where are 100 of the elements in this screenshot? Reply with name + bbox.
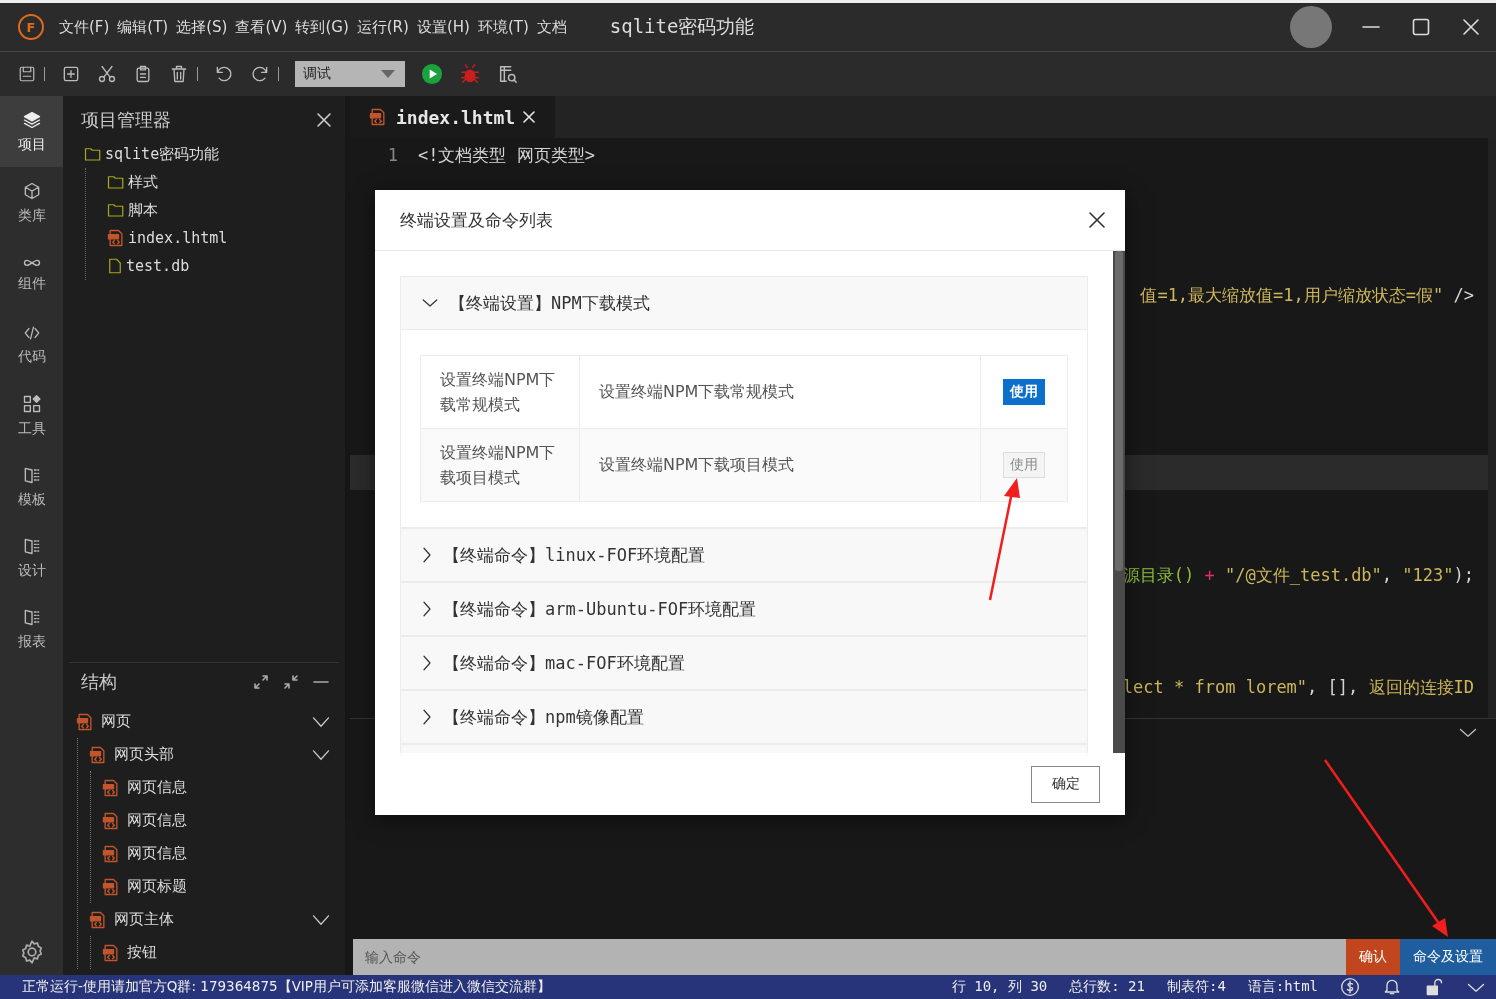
table-cell: 设置终端NPM下载常规模式: [579, 355, 981, 429]
folder-icon: [106, 173, 126, 191]
add-file-icon[interactable]: [61, 64, 81, 84]
sidebar-item[interactable]: 模板: [0, 451, 63, 522]
table-cell: 设置终端NPM下载项目模式: [420, 428, 580, 502]
unlock-icon[interactable]: [1424, 977, 1444, 997]
code-line: 源目录() + "/@文件_test.db", "123");: [1122, 563, 1474, 587]
menu-item[interactable]: 运行(R): [355, 17, 410, 37]
chevron-right-icon: [421, 708, 433, 726]
status-item[interactable]: 总行数: 21: [1069, 978, 1145, 996]
confirm-button[interactable]: 确认: [1346, 939, 1400, 975]
code-file-icon: [101, 777, 121, 798]
menu-item[interactable]: 编辑(T): [116, 17, 170, 37]
line-number: 1: [386, 145, 398, 165]
collapse-icon[interactable]: [283, 674, 299, 690]
structure-item[interactable]: 网页信息: [127, 844, 187, 863]
use-button[interactable]: 使用: [1003, 379, 1045, 405]
sidebar-item[interactable]: 代码: [0, 309, 63, 380]
save-icon[interactable]: [18, 65, 36, 83]
bell-icon[interactable]: [1382, 977, 1402, 997]
delete-icon[interactable]: [169, 64, 189, 84]
menu-item[interactable]: 选择(S): [175, 17, 229, 37]
tree-item[interactable]: test.db: [126, 257, 190, 275]
minimize-icon[interactable]: [313, 680, 329, 684]
cut-icon[interactable]: [97, 64, 117, 84]
app-logo: F: [18, 14, 44, 40]
chevron-down-icon[interactable]: [311, 912, 331, 927]
avatar[interactable]: [1290, 6, 1332, 48]
close-icon: [1463, 19, 1479, 35]
sidebar-item[interactable]: 类库: [0, 167, 63, 238]
chevron-right-icon: [421, 546, 433, 564]
status-item[interactable]: 语言:html: [1247, 978, 1318, 996]
status-item[interactable]: 行 10, 列 30: [951, 978, 1048, 996]
structure-item[interactable]: 网页主体: [114, 910, 174, 929]
sidebar-item[interactable]: 工具: [0, 380, 63, 451]
chevron-down-icon[interactable]: [311, 714, 331, 729]
code-file-icon: [368, 107, 388, 127]
folder-icon: [106, 201, 126, 219]
ok-button[interactable]: 确定: [1031, 765, 1100, 803]
expand-icon[interactable]: [253, 674, 269, 690]
command-input[interactable]: 输入命令: [353, 939, 1346, 975]
structure-item[interactable]: 网页: [101, 712, 131, 731]
menu-item[interactable]: 转到(G): [294, 17, 350, 37]
code-line: <!文档类型 网页类型>: [418, 143, 595, 167]
menu-item[interactable]: 环境(T): [476, 17, 530, 37]
minus-icon: [1362, 25, 1380, 29]
square-icon: [1412, 18, 1430, 36]
close-icon[interactable]: [1089, 212, 1105, 228]
close-icon: [523, 111, 536, 123]
code-file-icon: [101, 843, 121, 864]
folder-icon: [83, 145, 103, 163]
code-file-icon: [101, 876, 121, 897]
code-file-icon: [88, 744, 108, 765]
undo-icon[interactable]: [214, 64, 234, 84]
menu-item[interactable]: 文件(F): [58, 17, 111, 37]
structure-item[interactable]: 网页标题: [127, 877, 187, 896]
widgets-icon: [21, 393, 42, 414]
code-file-icon: [88, 909, 108, 930]
window-title: sqlite密码功能: [609, 14, 755, 39]
code-line: 值=1,最大缩放值=1,用户缩放状态=假" />: [1140, 283, 1474, 307]
menu-item[interactable]: 文档: [535, 17, 568, 37]
scrollbar-thumb[interactable]: [1115, 251, 1123, 571]
file-icon: [106, 256, 124, 276]
dollar-icon[interactable]: [1340, 977, 1360, 997]
structure-item[interactable]: 网页头部: [114, 745, 174, 764]
table-cell: 设置终端NPM下载项目模式: [579, 428, 981, 502]
status-message: 正常运行-使用请加官方Q群: 179364875【VIP用户可添加客服微信进入微信交流群】: [22, 978, 552, 996]
structure-item[interactable]: 按钮: [127, 943, 157, 962]
sidebar-item[interactable]: 组件: [0, 238, 63, 309]
tree-item[interactable]: 样式: [128, 172, 158, 192]
bug-icon[interactable]: [459, 63, 481, 85]
chevron-down-icon[interactable]: [311, 747, 331, 762]
tree-item[interactable]: sqlite密码功能: [105, 144, 220, 164]
structure-item[interactable]: 网页信息: [127, 778, 187, 797]
status-item[interactable]: 制表符:4: [1167, 978, 1226, 996]
menu-item[interactable]: 设置(H): [415, 17, 471, 37]
chevron-right-icon: [421, 654, 433, 672]
sidebar-item[interactable]: 报表: [0, 593, 63, 664]
code-line: lect * from lorem", [], 返回的连接ID: [1122, 675, 1474, 699]
sidebar-item[interactable]: 项目: [0, 96, 63, 167]
run-icon[interactable]: [421, 63, 443, 85]
settings-button[interactable]: 命令及设置: [1400, 939, 1496, 975]
panel-title: 项目管理器: [81, 108, 171, 132]
tree-item[interactable]: 脚本: [128, 200, 158, 220]
chevron-right-icon: [421, 600, 433, 618]
redo-icon[interactable]: [250, 64, 270, 84]
code-file-icon: [75, 711, 95, 732]
code-file-icon: [106, 228, 126, 248]
chevron-down-icon: [421, 297, 439, 309]
menu-item[interactable]: 查看(V): [234, 17, 289, 37]
preview-search-icon[interactable]: [497, 63, 519, 85]
sidebar-item[interactable]: 设计: [0, 522, 63, 593]
run-mode-dropdown[interactable]: 调试: [295, 61, 405, 87]
code-file-icon: [101, 942, 121, 963]
tree-item[interactable]: index.lhtml: [128, 229, 228, 247]
editor-tab[interactable]: index.lhtml: [350, 96, 556, 138]
table-cell: 设置终端NPM下载常规模式: [420, 355, 580, 429]
structure-item[interactable]: 网页信息: [127, 811, 187, 830]
caret-down-icon: [381, 70, 395, 78]
dialog-title: 终端设置及命令列表: [400, 208, 553, 232]
